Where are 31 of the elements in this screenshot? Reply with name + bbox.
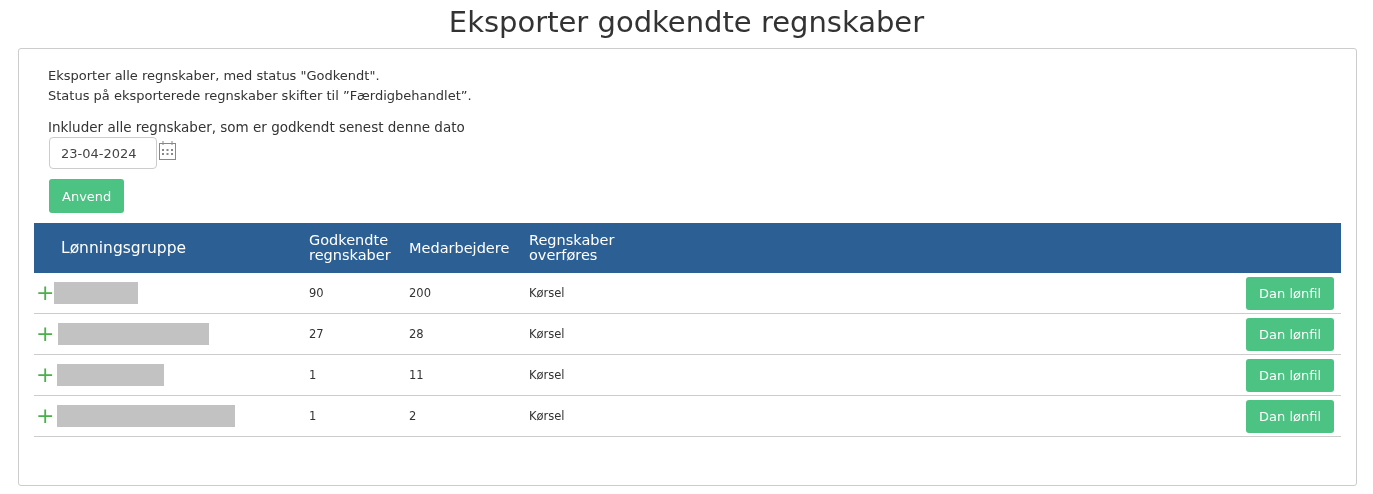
create-file-button[interactable]: Dan lønfil <box>1246 399 1334 433</box>
table-cell: Kørsel <box>525 354 619 396</box>
create-file-button[interactable]: Dan lønfil <box>1246 358 1334 392</box>
table-cell: 2 <box>405 395 525 437</box>
table-cell: 90 <box>305 273 405 314</box>
column-header: Regnskaber overføres <box>525 223 619 273</box>
table-cell: 200 <box>405 273 525 314</box>
calendar-icon[interactable] <box>159 141 176 160</box>
expand-icon[interactable]: + <box>36 362 55 387</box>
table-cell: 1 <box>305 354 405 396</box>
intro-text: Eksporter alle regnskaber, med status "Godkendt". <box>48 67 381 85</box>
table-cell: 28 <box>405 313 525 355</box>
column-header: Lønningsgruppe <box>34 223 305 273</box>
table-cell: Kørsel <box>525 395 619 437</box>
column-header: Godkendte regnskaber <box>305 223 405 273</box>
table-cell: 27 <box>305 313 405 355</box>
table-cell: Kørsel <box>525 313 619 355</box>
page-title: Eksporter godkendte regnskaber <box>447 4 926 41</box>
intro-text: Status på eksporterede regnskaber skifter til ”Færdigbehandlet”. <box>48 87 473 105</box>
create-file-button[interactable]: Dan lønfil <box>1246 276 1334 310</box>
table-cell: 1 <box>305 395 405 437</box>
create-file-button[interactable]: Dan lønfil <box>1246 317 1334 351</box>
date-field[interactable]: 23-04-2024 <box>49 137 157 169</box>
table-cell: Kørsel <box>525 273 619 314</box>
expand-icon[interactable]: + <box>36 280 55 305</box>
expand-icon[interactable]: + <box>36 403 55 428</box>
apply-button[interactable]: Anvend <box>49 179 125 213</box>
expand-icon[interactable]: + <box>36 321 55 346</box>
column-header: Medarbejdere <box>405 223 525 273</box>
table-cell: 11 <box>405 354 525 396</box>
date-label: Inkluder alle regnskaber, som er godkendt senest denne dato <box>47 118 466 136</box>
